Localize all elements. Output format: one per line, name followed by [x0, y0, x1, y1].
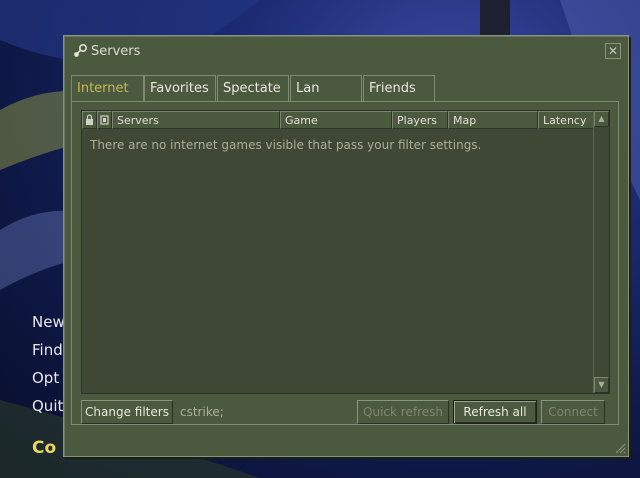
column-vac[interactable]	[97, 111, 112, 129]
list-header: Servers Game Players Map Latency	[82, 111, 594, 129]
tab-label: Favorites	[150, 81, 209, 96]
scroll-up-button[interactable]: ▲	[594, 111, 609, 127]
close-button[interactable]: ✕	[605, 43, 621, 59]
empty-list-message: There are no internet games visible that…	[90, 138, 482, 152]
column-map[interactable]: Map	[448, 111, 538, 129]
tab-spectate[interactable]: Spectate	[217, 75, 289, 101]
column-players[interactable]: Players	[392, 111, 448, 129]
column-label: Game	[285, 114, 318, 127]
tab-lan[interactable]: Lan	[290, 75, 362, 101]
column-label: Latency	[543, 114, 587, 127]
quick-refresh-button[interactable]: Quick refresh	[357, 400, 449, 424]
button-label: Refresh all	[463, 405, 527, 419]
connect-button[interactable]: Connect	[541, 400, 605, 424]
close-icon: ✕	[607, 44, 619, 58]
background-menu: New Find Opt Quit	[32, 308, 66, 420]
vertical-scrollbar[interactable]: ▲ ▼	[593, 111, 609, 393]
resize-grip-icon[interactable]	[614, 442, 626, 454]
tab-label: Friends	[369, 81, 416, 96]
scroll-down-button[interactable]: ▼	[594, 377, 609, 393]
tab-label: Internet	[77, 81, 129, 96]
bg-menu-item: Opt	[32, 369, 60, 387]
column-lock[interactable]	[82, 111, 97, 129]
filter-summary: cstrike;	[180, 405, 224, 419]
tab-panel: Servers Game Players Map Latency There a…	[71, 101, 619, 425]
column-servers[interactable]: Servers	[112, 111, 280, 129]
server-list[interactable]: Servers Game Players Map Latency There a…	[81, 110, 610, 394]
arrow-down-icon: ▼	[598, 380, 605, 389]
column-latency[interactable]: Latency	[538, 111, 594, 129]
button-label: Connect	[548, 405, 598, 419]
tab-label: Spectate	[223, 81, 281, 96]
title-bar[interactable]: Servers ✕	[64, 36, 628, 66]
column-game[interactable]: Game	[280, 111, 392, 129]
bg-menu-item: Find	[32, 341, 63, 359]
shield-icon	[100, 115, 109, 125]
refresh-all-button[interactable]: Refresh all	[453, 400, 537, 424]
bg-menu-item: New	[32, 313, 65, 331]
change-filters-button[interactable]: Change filters	[81, 400, 173, 424]
tab-internet[interactable]: Internet	[71, 75, 144, 102]
bg-menu-item: Quit	[32, 397, 64, 415]
servers-dialog: Servers ✕ Internet Favorites Spectate La…	[63, 35, 629, 457]
tab-favorites[interactable]: Favorites	[144, 75, 216, 101]
steam-icon	[74, 43, 88, 57]
background-logo: Co	[32, 438, 57, 458]
column-label: Servers	[117, 114, 159, 127]
button-label: Change filters	[85, 405, 169, 419]
tab-friends[interactable]: Friends	[363, 75, 435, 101]
window-title: Servers	[91, 44, 141, 59]
tab-label: Lan	[296, 81, 320, 96]
column-label: Players	[397, 114, 437, 127]
button-label: Quick refresh	[363, 405, 443, 419]
arrow-up-icon: ▲	[598, 114, 605, 123]
column-label: Map	[453, 114, 477, 127]
lock-icon	[86, 114, 93, 125]
